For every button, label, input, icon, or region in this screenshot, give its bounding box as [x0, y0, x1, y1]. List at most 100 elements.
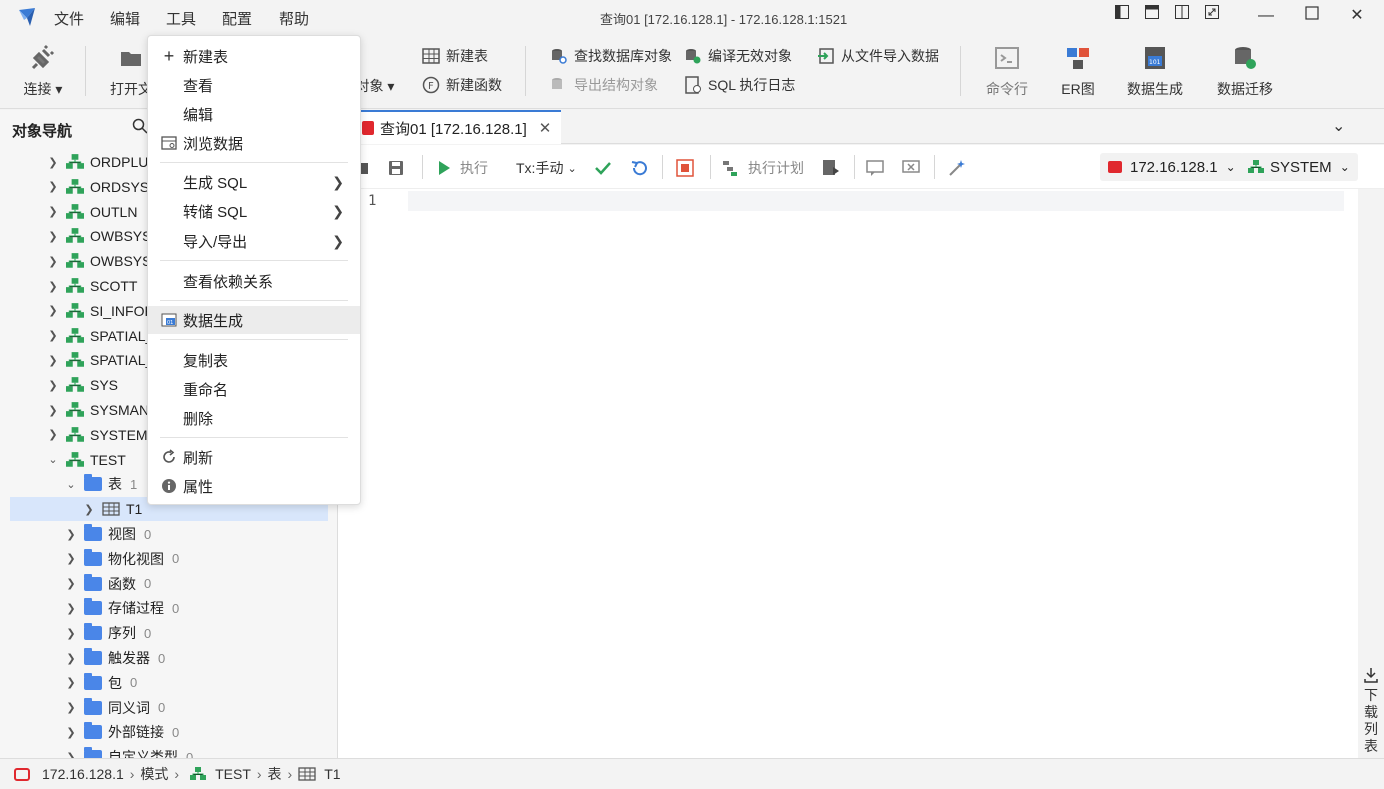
- menu-properties[interactable]: 属性: [148, 472, 360, 500]
- chevron-right-icon[interactable]: ❯: [46, 255, 60, 268]
- chevron-right-icon[interactable]: ❯: [64, 528, 78, 541]
- menu-tools[interactable]: 工具: [166, 8, 196, 29]
- stop-icon[interactable]: [676, 157, 694, 179]
- chevron-right-icon[interactable]: ❯: [46, 304, 60, 317]
- chevron-right-icon[interactable]: ❯: [46, 354, 60, 367]
- tree-folder-item[interactable]: ❯ 视图 0: [64, 522, 151, 546]
- chevron-down-icon[interactable]: ⌄: [64, 478, 78, 491]
- chevron-right-icon[interactable]: ❯: [64, 652, 78, 665]
- minimize-icon[interactable]: —: [1254, 4, 1278, 28]
- chevron-right-icon[interactable]: ❯: [46, 428, 60, 441]
- magic-wand-icon[interactable]: [948, 157, 966, 179]
- tree-folder-item[interactable]: ❯ 包 0: [64, 671, 137, 695]
- close-icon[interactable]: ✕: [1345, 4, 1369, 28]
- tree-folder-item[interactable]: ❯ 物化视图 0: [64, 547, 179, 571]
- chevron-right-icon[interactable]: ❯: [46, 329, 60, 342]
- menu-help[interactable]: 帮助: [279, 8, 309, 29]
- chevron-right-icon[interactable]: ❯: [64, 726, 78, 739]
- menu-dependencies[interactable]: 查看依赖关系: [148, 267, 360, 295]
- export-struct-button[interactable]: 导出结构对象: [550, 74, 658, 96]
- tree-folder-item[interactable]: ❯ 同义词 0: [64, 696, 165, 720]
- download-icon[interactable]: [1363, 667, 1379, 683]
- chevron-right-icon[interactable]: ❯: [46, 280, 60, 293]
- chevron-right-icon[interactable]: ❯: [82, 503, 96, 516]
- chevron-down-icon[interactable]: ⌄: [46, 453, 60, 466]
- tree-schema-item[interactable]: ❯ ORDPLUG: [46, 150, 159, 174]
- tree-schema-item[interactable]: ❯ OWBSYS_: [46, 249, 159, 273]
- tree-schema-item[interactable]: ❯ SYSTEM: [46, 423, 147, 447]
- menu-file[interactable]: 文件: [54, 8, 84, 29]
- menu-datagen[interactable]: 01 数据生成: [148, 306, 360, 334]
- breadcrumb-connection[interactable]: 172.16.128.1: [42, 766, 124, 782]
- menu-generate-sql[interactable]: 生成 SQL ❯: [148, 168, 360, 196]
- tab-query01[interactable]: 查询01 [172.16.128.1] ✕: [352, 110, 562, 144]
- run-button[interactable]: 执行: [436, 157, 488, 179]
- chevron-right-icon[interactable]: ❯: [46, 156, 60, 169]
- download-list-tab[interactable]: 下载列表: [1363, 687, 1379, 755]
- tree-schema-item[interactable]: ❯ SI_INFOR: [46, 299, 154, 323]
- er-button[interactable]: ER图: [1043, 34, 1113, 99]
- chevron-right-icon[interactable]: ❯: [46, 230, 60, 243]
- menu-view[interactable]: 查看: [148, 71, 360, 99]
- datagen-button[interactable]: 101 数据生成: [1120, 34, 1190, 99]
- menu-edit[interactable]: 编辑: [110, 8, 140, 29]
- tree-schema-item[interactable]: ❯ SYSMAN: [46, 398, 149, 422]
- menu-delete[interactable]: 删除: [148, 404, 360, 432]
- tree-schema-item[interactable]: ❯ ORDSYS: [46, 175, 149, 199]
- menu-copy-table[interactable]: 复制表: [148, 346, 360, 374]
- rollback-icon[interactable]: [630, 157, 648, 179]
- menu-browse-data[interactable]: 浏览数据: [148, 129, 360, 157]
- chevron-right-icon[interactable]: ❯: [64, 552, 78, 565]
- connection-select[interactable]: 172.16.128.1 ⌄: [1100, 153, 1244, 181]
- tree-folder-item[interactable]: ❯ 序列 0: [64, 621, 151, 645]
- cmdline-button[interactable]: 命令行: [972, 34, 1042, 99]
- chevron-right-icon[interactable]: ❯: [64, 577, 78, 590]
- tree-folder-item[interactable]: ❯ 函数 0: [64, 572, 151, 596]
- tree-schema-item[interactable]: ❯ OWBSYS: [46, 224, 151, 248]
- explain-plan-button[interactable]: 执行计划: [722, 157, 804, 179]
- menu-edit-table[interactable]: 编辑: [148, 100, 360, 128]
- menu-config[interactable]: 配置: [222, 8, 252, 29]
- tree-folder-item[interactable]: ❯ 自定义类型 0: [64, 745, 193, 758]
- menu-refresh[interactable]: 刷新: [148, 443, 360, 471]
- tree-schema-item[interactable]: ❯ SPATIAL_: [46, 348, 153, 372]
- sql-editor[interactable]: 1: [338, 189, 1358, 758]
- format-icon[interactable]: [822, 157, 840, 179]
- tree-schema-item[interactable]: ❯ OUTLN: [46, 200, 137, 224]
- tree-schema-item[interactable]: ⌄ TEST: [46, 448, 125, 472]
- maximize-icon[interactable]: [1300, 4, 1324, 28]
- menu-rename[interactable]: 重命名: [148, 375, 360, 403]
- migrate-button[interactable]: 数据迁移: [1210, 34, 1280, 99]
- tree-folder-item[interactable]: ❯ 外部链接 0: [64, 720, 179, 744]
- chevron-right-icon[interactable]: ❯: [46, 205, 60, 218]
- fullscreen-icon[interactable]: [1200, 4, 1224, 28]
- menu-new-table[interactable]: + 新建表: [148, 42, 360, 70]
- import-from-file-button[interactable]: 从文件导入数据: [817, 45, 939, 67]
- tree-folder-item[interactable]: ❯ 触发器 0: [64, 646, 165, 670]
- new-table-button[interactable]: 新建表: [422, 45, 488, 67]
- breadcrumb-mode[interactable]: 模式: [140, 764, 168, 784]
- chevron-right-icon[interactable]: ❯: [46, 379, 60, 392]
- connect-button[interactable]: 连接 ▾: [8, 34, 78, 99]
- uncomment-icon[interactable]: [902, 157, 920, 179]
- search-icon[interactable]: [132, 118, 148, 134]
- schema-select[interactable]: SYSTEM ⌄: [1240, 153, 1358, 181]
- chevron-right-icon[interactable]: ❯: [64, 602, 78, 615]
- new-function-button[interactable]: F 新建函数: [422, 74, 502, 96]
- tx-mode-dropdown[interactable]: Tx:手动 ⌄: [516, 157, 577, 179]
- tree-folder-item[interactable]: ❯ 存储过程 0: [64, 596, 179, 620]
- chevron-right-icon[interactable]: ❯: [46, 404, 60, 417]
- chevron-down-icon[interactable]: ⌄: [1332, 116, 1345, 136]
- layout-left-icon[interactable]: [1110, 4, 1134, 28]
- tree-schema-item[interactable]: ❯ SPATIAL_: [46, 324, 153, 348]
- compile-invalid-button[interactable]: 编译无效对象: [684, 45, 792, 67]
- commit-icon[interactable]: [594, 157, 612, 179]
- close-tab-icon[interactable]: ✕: [539, 119, 552, 137]
- breadcrumb-kind[interactable]: 表: [268, 764, 282, 784]
- chevron-right-icon[interactable]: ❯: [64, 751, 78, 758]
- chevron-right-icon[interactable]: ❯: [64, 701, 78, 714]
- layout-split-icon[interactable]: [1170, 4, 1194, 28]
- current-line[interactable]: [408, 191, 1344, 211]
- find-db-objects-button[interactable]: 查找数据库对象: [550, 45, 672, 67]
- chevron-right-icon[interactable]: ❯: [64, 676, 78, 689]
